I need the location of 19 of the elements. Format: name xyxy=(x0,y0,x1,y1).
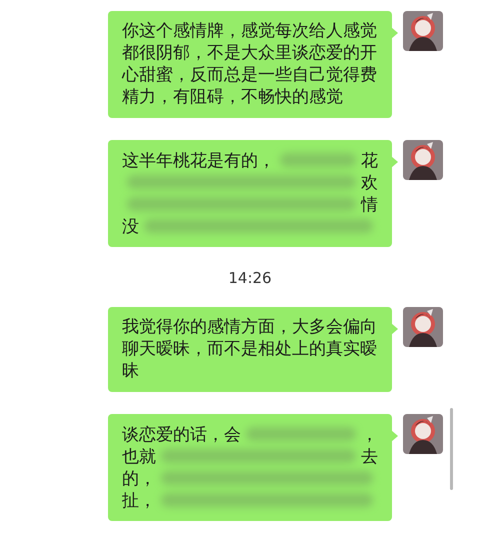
message-text: 情 xyxy=(361,194,378,216)
avatar[interactable] xyxy=(403,140,443,180)
message-text: 扯， xyxy=(122,490,156,512)
message-text: 我觉得你的感情方面，大多会偏向聊天暧昧，而不是相处上的真实暧昧 xyxy=(122,316,378,382)
timestamp: 14:26 xyxy=(228,269,272,287)
message-text: 谈恋爱的话，会 xyxy=(122,424,241,446)
scrollbar[interactable] xyxy=(450,408,453,490)
avatar[interactable] xyxy=(403,307,443,347)
message-text: 去 xyxy=(361,446,378,468)
avatar[interactable] xyxy=(403,414,443,454)
message-text: 也就 xyxy=(122,446,156,468)
message-text: 你这个感情牌，感觉每次给人感觉都很阴郁，不是大众里谈恋爱的开心甜蜜，反而总是一些自己觉得费精力，有阻碍，不畅快的感觉 xyxy=(122,20,378,108)
message-text: 这半年桃花是有的， xyxy=(122,150,275,172)
message-text: 欢 xyxy=(361,172,378,194)
message-text: 花 xyxy=(361,150,378,172)
message-text: 没 xyxy=(122,216,139,238)
message-text: 的， xyxy=(122,468,156,490)
avatar[interactable] xyxy=(403,11,443,51)
message-text: ， xyxy=(361,424,378,446)
